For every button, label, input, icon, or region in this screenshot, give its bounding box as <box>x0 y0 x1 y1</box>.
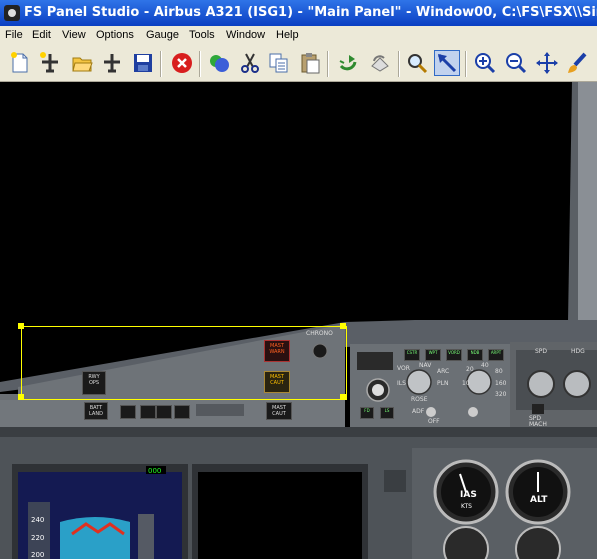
windshield-pillar-edge <box>568 82 578 322</box>
standby-ias-label: IAS <box>460 490 477 500</box>
pfd-speed-200: 200 <box>31 551 45 559</box>
toolbar-separator <box>398 51 400 77</box>
glareshield-small-button <box>140 405 156 419</box>
panel-canvas[interactable]: RWY OPS MAST WARN MAST CAUT CHRONO BATT … <box>0 82 597 559</box>
adf-vor-switch-left <box>426 407 436 417</box>
toolbar <box>0 45 597 82</box>
toolbar-separator <box>465 51 467 77</box>
glareshield-display-slot <box>196 404 244 416</box>
spd-knob <box>527 370 555 398</box>
toolbar-separator <box>327 51 329 77</box>
fcu-mode-off: OFF <box>428 418 440 425</box>
batt-land-button: BATT LAND <box>84 402 108 420</box>
nd-screen <box>198 472 362 559</box>
spd-mach-label: SPD MACH <box>529 415 547 428</box>
title-bar: FS Panel Studio - Airbus A321 (ISG1) - "… <box>0 0 597 26</box>
fcu-mode-nav: NAV <box>419 362 432 369</box>
panel-seam <box>0 427 597 437</box>
menu-tools[interactable]: Tools <box>189 29 215 41</box>
fcu-ls-button: LS <box>380 407 394 419</box>
menu-window[interactable]: Window <box>226 29 265 41</box>
hdg-knob <box>563 370 591 398</box>
refresh-icon[interactable] <box>336 51 360 75</box>
app-icon <box>4 5 20 21</box>
brush-icon[interactable] <box>565 51 589 75</box>
standby-kts-label: KTS <box>461 503 472 510</box>
undo-icon[interactable] <box>367 51 391 75</box>
colors-icon[interactable] <box>207 51 231 75</box>
fcu-cstr-button: CSTR <box>404 349 420 361</box>
fcu-mode-adf: ADF <box>412 408 425 415</box>
resize-handle-se[interactable] <box>340 394 346 400</box>
fcu-mode-pln: PLN <box>437 380 449 387</box>
copy-icon[interactable] <box>267 51 291 75</box>
delete-icon[interactable] <box>170 51 194 75</box>
pfd-green-readout: 000 <box>148 467 162 475</box>
menu-edit[interactable]: Edit <box>32 29 51 41</box>
pfd-sky <box>60 517 130 559</box>
resize-handle-sw[interactable] <box>18 394 24 400</box>
glareshield-small-button <box>120 405 136 419</box>
resize-handle-nw[interactable] <box>18 323 24 329</box>
fcu-mode-arc: ARC <box>437 368 450 375</box>
resize-handle-ne[interactable] <box>340 323 346 329</box>
standby-alt-label: ALT <box>530 495 548 505</box>
hdg-label: HDG <box>571 348 585 355</box>
glareshield-lower-strip <box>0 400 345 428</box>
spd-label: SPD <box>535 348 548 355</box>
aircraft-icon[interactable] <box>100 51 124 75</box>
fcu-range-80: 80 <box>495 368 503 375</box>
fcu-ndb-button: NDB <box>467 349 483 361</box>
paste-icon[interactable] <box>298 51 322 75</box>
toolbar-separator <box>199 51 201 77</box>
select-arrow-icon[interactable] <box>434 50 460 76</box>
windshield-pillar <box>577 82 597 327</box>
toolbar-separator <box>160 51 162 77</box>
new-panel-icon[interactable] <box>8 51 32 75</box>
cockpit-panel-bitmap <box>0 82 597 559</box>
fcu-mode-vor: VOR <box>397 365 410 372</box>
selection-box[interactable] <box>21 326 347 400</box>
fcu-arpt-button: ARPT <box>488 349 504 361</box>
fcu-range-320: 320 <box>495 391 507 398</box>
baro-knob-center <box>372 384 384 396</box>
zoom-out-icon[interactable] <box>504 51 528 75</box>
fcu-range-10: 10 <box>462 380 470 387</box>
fcu-range-160: 160 <box>495 380 507 387</box>
mode-knob <box>406 369 432 395</box>
menu-options[interactable]: Options <box>96 29 134 41</box>
fcu-display <box>357 352 393 370</box>
spd-mach-button <box>532 404 544 414</box>
fcu-mode-rose: ROSE <box>411 396 428 403</box>
range-knob <box>466 369 492 395</box>
fcu-range-40: 40 <box>481 362 489 369</box>
menu-bar: File Edit View Options Gauge Tools Windo… <box>0 26 597 45</box>
fcu-range-20: 20 <box>466 366 474 373</box>
magnify-icon[interactable] <box>405 51 429 75</box>
standby-square <box>384 470 406 492</box>
zoom-in-icon[interactable] <box>473 51 497 75</box>
pfd-speed-240: 240 <box>31 516 45 524</box>
fcu-vord-button: VORD <box>446 349 462 361</box>
save-icon[interactable] <box>131 51 155 75</box>
move-icon[interactable] <box>535 51 559 75</box>
fcu-wpt-button: WPT <box>425 349 441 361</box>
menu-gauge[interactable]: Gauge <box>146 29 179 41</box>
new-aircraft-icon[interactable] <box>38 51 62 75</box>
adf-vor-switch-right <box>468 407 478 417</box>
glareshield-small-button <box>156 405 172 419</box>
cut-icon[interactable] <box>238 51 262 75</box>
fcu-fd-button: FD <box>360 407 374 419</box>
pfd-alt-tape <box>138 514 154 559</box>
glareshield-small-button <box>174 405 190 419</box>
mast-caut-lower-button: MAST CAUT <box>266 402 292 420</box>
fcu-mode-ils: ILS <box>397 380 406 387</box>
window-title: FS Panel Studio - Airbus A321 (ISG1) - "… <box>24 5 597 20</box>
open-folder-icon[interactable] <box>70 51 94 75</box>
menu-view[interactable]: View <box>62 29 86 41</box>
menu-help[interactable]: Help <box>276 29 299 41</box>
pfd-speed-220: 220 <box>31 534 45 542</box>
menu-file[interactable]: File <box>5 29 23 41</box>
